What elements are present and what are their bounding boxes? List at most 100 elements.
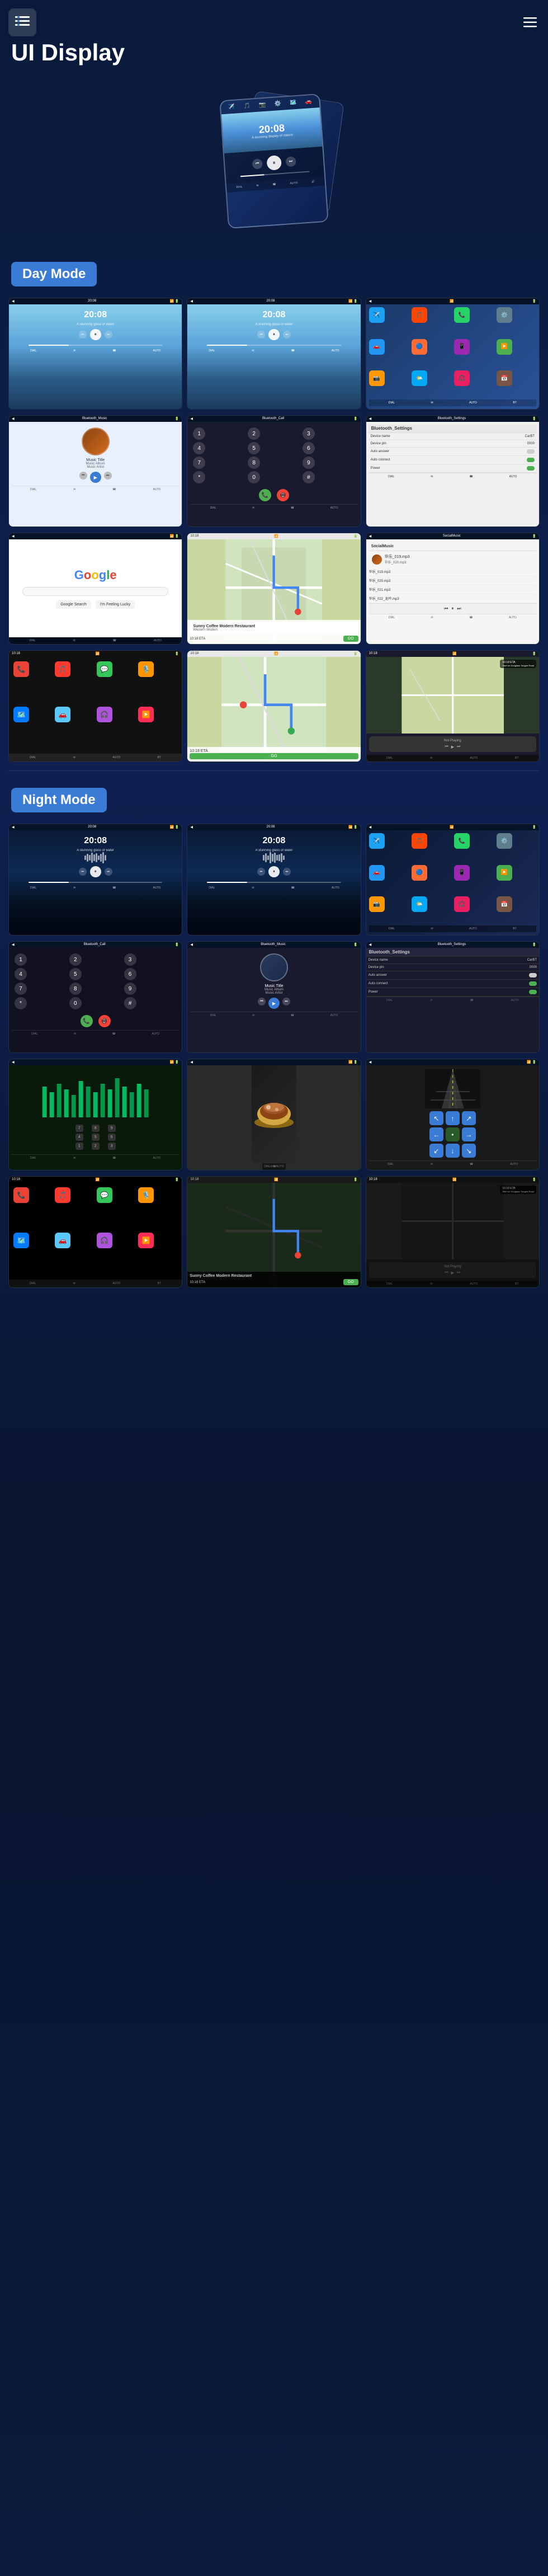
night-app-spotify[interactable]: 🎧 xyxy=(454,896,470,912)
google-search-bar[interactable] xyxy=(22,587,168,596)
night-bt-prev[interactable]: ⏮ xyxy=(258,998,266,1005)
app-icon-settings[interactable]: ⚙️ xyxy=(497,307,512,323)
prev-btn-night2[interactable]: ⏮ xyxy=(257,868,265,876)
app-icon-bt[interactable]: 🔵 xyxy=(412,339,427,355)
night-np-prev[interactable]: ⏮ xyxy=(445,1271,448,1275)
next-btn-night1[interactable]: ⏭ xyxy=(105,868,112,876)
app-icon-calendar[interactable]: 📅 xyxy=(497,370,512,386)
prev-btn-night1[interactable]: ⏮ xyxy=(79,868,87,876)
play-btn-day1[interactable]: ⏸ xyxy=(90,329,101,340)
cp-maps-icon[interactable]: 🗺️ xyxy=(13,707,29,722)
app-icon-weather[interactable]: 🌤️ xyxy=(412,370,427,386)
app-icon-youtube[interactable]: ▶️ xyxy=(497,339,512,355)
night-key-7[interactable]: 7 xyxy=(15,983,27,995)
app-icon-waze[interactable]: 🚗 xyxy=(369,339,385,355)
auto-answer-row[interactable]: Auto answer xyxy=(369,448,537,456)
nav-down-right-btn[interactable]: ↘ xyxy=(462,1144,476,1158)
cp-music-icon[interactable]: 🎵 xyxy=(55,661,70,677)
night-key-9[interactable]: 9 xyxy=(124,983,136,995)
next-btn-day1[interactable]: ⏭ xyxy=(105,331,112,339)
key-0[interactable]: 0 xyxy=(248,471,260,483)
nav-up-right-btn[interactable]: ↗ xyxy=(462,1111,476,1125)
night-cp-music[interactable]: 🎵 xyxy=(55,1187,70,1203)
app-icon-music[interactable]: 🎵 xyxy=(412,307,427,323)
carplay-go-btn[interactable]: GO xyxy=(190,753,358,759)
night-end-btn[interactable]: 📵 xyxy=(98,1015,111,1027)
key-8[interactable]: 8 xyxy=(248,457,260,469)
night-key-6[interactable]: 6 xyxy=(124,968,136,980)
power-row[interactable]: Power xyxy=(369,464,537,473)
night-key-0[interactable]: 0 xyxy=(69,997,82,1009)
nav-left-btn[interactable]: ← xyxy=(429,1127,443,1141)
night-np-next[interactable]: ⏭ xyxy=(457,1271,460,1275)
key-3[interactable]: 3 xyxy=(303,427,315,440)
night-key-2[interactable]: 2 xyxy=(69,953,82,966)
key-2[interactable]: 2 xyxy=(248,427,260,440)
cp-msg-icon[interactable]: 💬 xyxy=(97,661,112,677)
bt-prev-btn[interactable]: ⏮ xyxy=(79,472,87,480)
cp-podcast-icon[interactable]: 🎙️ xyxy=(138,661,154,677)
key-star[interactable]: * xyxy=(193,471,205,483)
key-hash[interactable]: # xyxy=(303,471,315,483)
end-call-btn[interactable]: 📵 xyxy=(277,489,289,501)
nav-right-btn[interactable]: → xyxy=(462,1127,476,1141)
night-key-1[interactable]: 1 xyxy=(15,953,27,966)
key-7[interactable]: 7 xyxy=(193,457,205,469)
app-icon-telegram[interactable]: ✈️ xyxy=(369,307,385,323)
night-call-btn[interactable]: 📞 xyxy=(81,1015,93,1027)
night-app-photos[interactable]: 📷 xyxy=(369,896,385,912)
prev-btn-day2[interactable]: ⏮ xyxy=(257,331,265,339)
night-app-settings[interactable]: ⚙️ xyxy=(497,833,512,849)
app-icon-maps[interactable]: 📞 xyxy=(454,307,470,323)
night-auto-answer-row[interactable]: Auto answer xyxy=(366,971,539,980)
play-btn-day2[interactable]: ⏸ xyxy=(268,329,280,340)
night-key-8[interactable]: 8 xyxy=(69,983,82,995)
night-bt-play[interactable]: ▶ xyxy=(268,998,280,1009)
app-icon-phone[interactable]: 📱 xyxy=(454,339,470,355)
night-cp-yt[interactable]: ▶️ xyxy=(138,1233,154,1248)
key-1[interactable]: 1 xyxy=(193,427,205,440)
key-6[interactable]: 6 xyxy=(303,442,315,454)
night-key-5[interactable]: 5 xyxy=(69,968,82,980)
app-icon-spotify[interactable]: 🎧 xyxy=(454,370,470,386)
cp-yt-icon[interactable]: ▶️ xyxy=(138,707,154,722)
night-auto-answer-toggle[interactable] xyxy=(529,973,537,977)
cp-np-play[interactable]: ▶ xyxy=(451,745,454,749)
night-cp-spotify[interactable]: 🎧 xyxy=(97,1233,112,1248)
nav-down-btn[interactable]: ↓ xyxy=(446,1144,460,1158)
auto-connect-row[interactable]: Auto connect xyxy=(369,456,537,464)
key-4[interactable]: 4 xyxy=(193,442,205,454)
auto-answer-toggle[interactable] xyxy=(527,449,535,454)
cp-np-prev[interactable]: ⏮ xyxy=(445,745,448,749)
music-list-item-2[interactable]: 华乐_020.mp3 xyxy=(369,576,536,585)
night-cp-phone[interactable]: 📞 xyxy=(13,1187,29,1203)
cp-waze-icon[interactable]: 🚗 xyxy=(55,707,70,722)
night-bt-next[interactable]: ⏭ xyxy=(282,998,290,1005)
auto-connect-toggle[interactable] xyxy=(527,458,535,462)
night-key-star[interactable]: * xyxy=(15,997,27,1009)
night-cp-waze[interactable]: 🚗 xyxy=(55,1233,70,1248)
music-list-item-1[interactable]: 华乐_019.mp3 xyxy=(369,567,536,576)
night-app-app[interactable]: 📱 xyxy=(454,865,470,881)
night-cp-maps[interactable]: 🗺️ xyxy=(13,1233,29,1248)
music-list-item-3[interactable]: 华乐_021.mp3 xyxy=(369,585,536,594)
cp-phone-icon[interactable]: 📞 xyxy=(13,661,29,677)
night-app-calendar[interactable]: 📅 xyxy=(497,896,512,912)
night-app-waze[interactable]: 🚗 xyxy=(369,865,385,881)
app-icon-photos[interactable]: 📷 xyxy=(369,370,385,386)
nav-center-btn[interactable]: • xyxy=(446,1127,460,1141)
night-app-phone[interactable]: 📞 xyxy=(454,833,470,849)
nav-down-left-btn[interactable]: ↙ xyxy=(429,1144,443,1158)
google-search-btn[interactable]: Google Search xyxy=(56,600,91,609)
power-toggle[interactable] xyxy=(527,466,535,471)
nav-up-btn[interactable]: ↑ xyxy=(446,1111,460,1125)
night-auto-connect-row[interactable]: Auto connect xyxy=(366,980,539,988)
google-lucky-btn[interactable]: I'm Feeling Lucky xyxy=(96,600,135,609)
night-go-btn[interactable]: GO xyxy=(343,1279,358,1285)
night-np-play[interactable]: ▶ xyxy=(451,1271,454,1275)
night-key-3[interactable]: 3 xyxy=(124,953,136,966)
play-btn-night1[interactable]: ⏸ xyxy=(90,866,101,877)
call-btn[interactable]: 📞 xyxy=(259,489,271,501)
night-auto-connect-toggle[interactable] xyxy=(529,981,537,986)
next-btn-day2[interactable]: ⏭ xyxy=(283,331,291,339)
